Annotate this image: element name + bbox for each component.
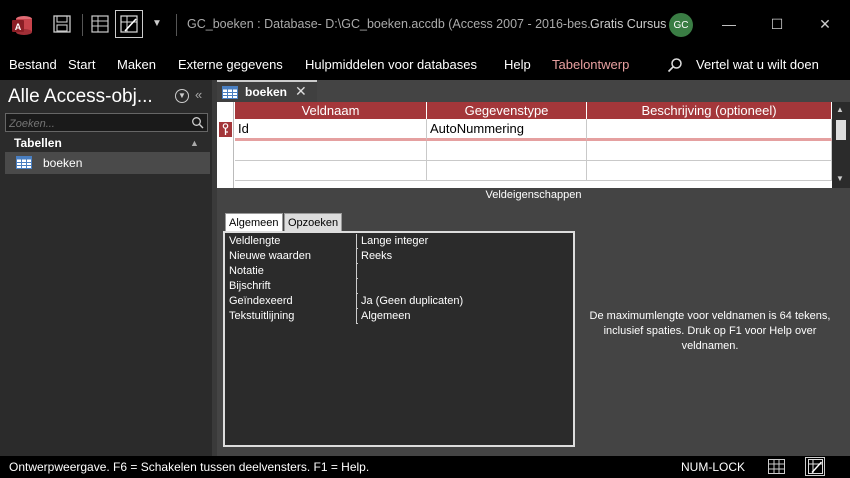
account-name[interactable]: Gratis Cursus (590, 17, 666, 31)
empty-field-cell[interactable] (235, 161, 427, 181)
property-name: Veldlengte (226, 234, 357, 249)
property-name: Bijschrift (226, 279, 357, 294)
tab-start[interactable]: Start (68, 57, 95, 72)
tab-help[interactable]: Help (504, 57, 531, 72)
maximize-button[interactable]: ☐ (767, 14, 787, 34)
design-view-button[interactable] (115, 10, 143, 38)
window-title: GC_boeken : Database- D:\GC_boeken.accdb… (187, 17, 598, 31)
field-properties-panel: Veldlengte Lange integer Nieuwe waarden … (223, 231, 575, 447)
tab-bestand[interactable]: Bestand (9, 57, 57, 72)
ribbon-tabs: Bestand Start Maken Externe gegevens Hul… (0, 50, 850, 80)
avatar[interactable]: GC (669, 13, 693, 37)
tell-me-search[interactable]: Vertel wat u wilt doen (696, 57, 819, 72)
nav-item-boeken[interactable]: boeken (5, 152, 210, 174)
property-name: Geïndexeerd (226, 294, 357, 309)
datasheet-view-icon[interactable] (768, 459, 785, 474)
search-icon[interactable] (667, 57, 683, 73)
grid-vertical-scrollbar[interactable]: ▲ ▼ (832, 102, 850, 188)
nav-group-tables[interactable]: Tabellen (14, 136, 62, 150)
access-app-icon: A (12, 16, 32, 35)
row-selector-column[interactable] (217, 102, 234, 188)
svg-text:A: A (15, 22, 22, 32)
property-row[interactable]: Tekstuitlijning Algemeen (226, 309, 572, 324)
primary-key-icon (219, 122, 232, 137)
document-tab-boeken[interactable]: boeken ✕ (217, 80, 317, 102)
tab-algemeen[interactable]: Algemeen (225, 213, 283, 232)
collapse-pane-icon[interactable]: « (195, 87, 202, 102)
nav-pane-title[interactable]: Alle Access-obj... (8, 86, 153, 108)
help-text: De maximumlengte voor veldnamen is 64 te… (589, 310, 831, 352)
property-value[interactable] (358, 279, 572, 294)
tab-externe-gegevens[interactable]: Externe gegevens (178, 57, 283, 72)
empty-field-cell[interactable] (235, 141, 427, 161)
table-icon (222, 86, 238, 99)
property-row[interactable]: Nieuwe waarden Reeks (226, 249, 572, 264)
scroll-up-icon[interactable]: ▲ (836, 105, 844, 114)
description-cell[interactable] (587, 119, 832, 141)
empty-type-cell[interactable] (427, 141, 587, 161)
nav-item-label: boeken (43, 156, 83, 170)
table-icon (16, 156, 32, 169)
column-header-veldnaam[interactable]: Veldnaam (235, 102, 427, 119)
property-value[interactable] (358, 264, 572, 279)
datasheet-view-icon[interactable] (91, 15, 109, 33)
nav-search-box (5, 113, 208, 133)
tab-tabelontwerp[interactable]: Tabelontwerp (552, 57, 629, 72)
status-text: Ontwerpweergave. F6 = Schakelen tussen d… (9, 460, 370, 474)
property-value[interactable]: Algemeen (358, 309, 572, 324)
property-name: Nieuwe waarden (226, 249, 357, 264)
column-header-gegevenstype[interactable]: Gegevenstype (427, 102, 587, 119)
property-value[interactable]: Reeks (358, 249, 572, 264)
field-properties-title: Veldeigenschappen (485, 189, 582, 201)
column-header-beschrijving[interactable]: Beschrijving (optioneel) (587, 102, 832, 119)
document-tab-label: boeken (245, 85, 288, 99)
empty-description-cell[interactable] (587, 161, 832, 181)
nav-search-input[interactable] (6, 115, 186, 133)
minimize-button[interactable]: — (719, 14, 739, 34)
empty-description-cell[interactable] (587, 141, 832, 161)
search-icon[interactable] (191, 116, 204, 129)
property-value[interactable]: Ja (Geen duplicaten) (358, 294, 572, 309)
field-design-grid: Veldnaam Gegevenstype Beschrijving (opti… (217, 102, 832, 188)
status-bar: Ontwerpweergave. F6 = Schakelen tussen d… (0, 456, 850, 478)
data-type-cell[interactable]: AutoNummering (427, 119, 587, 141)
document-area: boeken ✕ Veldnaam Gegevenstype Beschrijv… (217, 80, 850, 456)
property-name: Notatie (226, 264, 357, 279)
scrollbar-thumb[interactable] (836, 120, 846, 140)
customize-toolbar-chevron-icon[interactable]: ▼ (152, 18, 162, 29)
design-view-icon (120, 15, 138, 33)
property-row[interactable]: Bijschrift (226, 279, 572, 294)
property-row[interactable]: Veldlengte Lange integer (226, 234, 572, 249)
chevron-down-icon[interactable]: ▼ (175, 89, 189, 103)
tab-hulpmiddelen[interactable]: Hulpmiddelen voor databases (305, 57, 477, 72)
title-bar: A ▼ GC_boeken : Database- D:\GC_boeken.a… (0, 0, 850, 50)
group-collapse-icon[interactable]: ▲ (190, 138, 199, 148)
design-view-icon (807, 459, 823, 474)
close-button[interactable]: ✕ (815, 14, 835, 34)
num-lock-indicator: NUM-LOCK (681, 460, 746, 474)
tab-maken[interactable]: Maken (117, 57, 156, 72)
close-icon[interactable]: ✕ (295, 83, 307, 100)
save-icon[interactable] (53, 15, 71, 33)
property-row[interactable]: Notatie (226, 264, 572, 279)
tab-opzoeken[interactable]: Opzoeken (284, 213, 343, 232)
toolbar-separator (82, 14, 83, 36)
title-separator (176, 14, 177, 36)
property-name: Tekstuitlijning (226, 309, 357, 324)
property-row[interactable]: Geïndexeerd Ja (Geen duplicaten) (226, 294, 572, 309)
scroll-down-icon[interactable]: ▼ (836, 174, 844, 183)
design-view-button[interactable] (805, 457, 825, 476)
field-name-cell[interactable]: Id (235, 119, 427, 141)
empty-type-cell[interactable] (427, 161, 587, 181)
navigation-pane: Alle Access-obj... ▼ « Tabellen ▲ boeken (0, 80, 212, 456)
property-value[interactable]: Lange integer (358, 234, 572, 249)
